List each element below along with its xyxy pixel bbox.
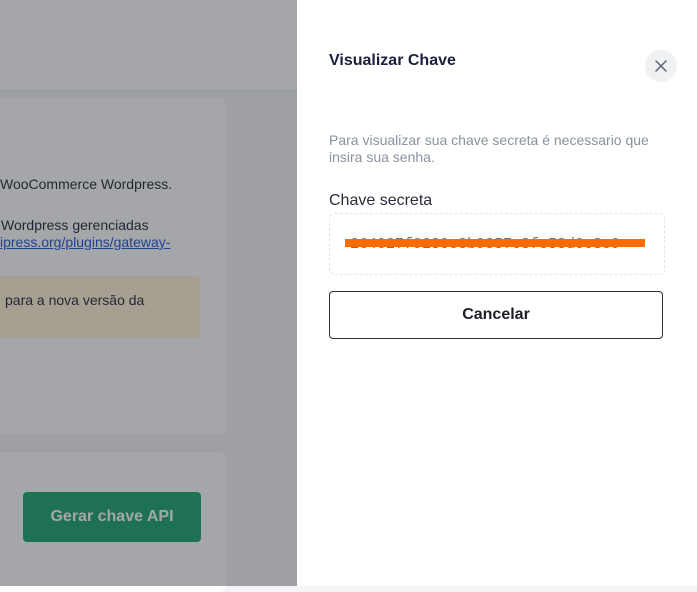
close-button[interactable] bbox=[645, 50, 677, 82]
drawer-title: Visualizar Chave bbox=[329, 52, 456, 69]
close-icon bbox=[655, 60, 667, 72]
secret-key-field[interactable]: 264027f9280c3b9357c8fc58d0c8c9 bbox=[329, 213, 665, 275]
cancel-button[interactable]: Cancelar bbox=[329, 291, 663, 339]
secret-key-label: Chave secreta bbox=[329, 192, 433, 209]
view-key-drawer: Visualizar Chave Para visualizar sua cha… bbox=[297, 0, 697, 586]
redaction-mark bbox=[345, 239, 645, 247]
drawer-description: Para visualizar sua chave secreta é nece… bbox=[329, 132, 649, 165]
